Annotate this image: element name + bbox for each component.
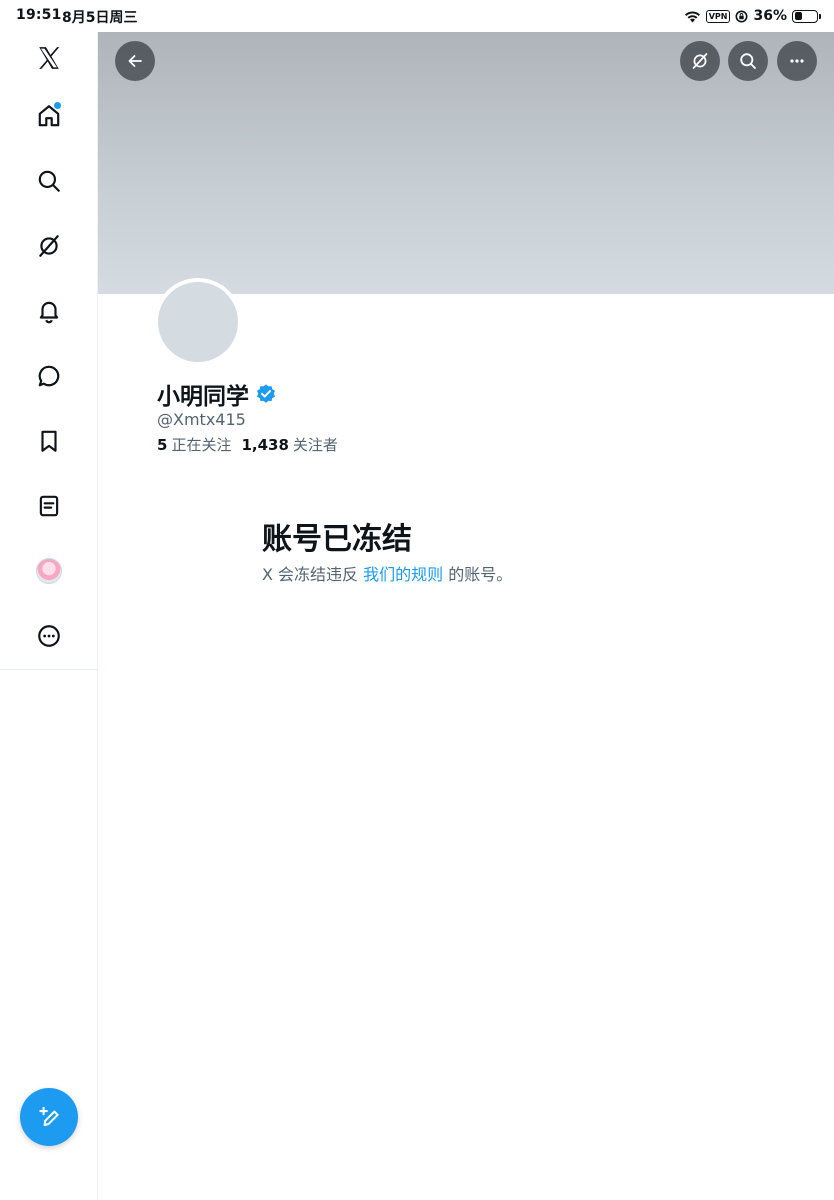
back-button[interactable] [115,41,155,81]
message-icon[interactable] [29,356,69,396]
battery-percent: 36% [753,8,787,24]
followers-link[interactable]: 1,438 关注者 [241,434,337,455]
search-icon [740,53,756,69]
battery-icon [792,9,821,23]
status-time: 19:51 [16,7,62,23]
battery-fill [794,12,803,20]
display-name-row: 小明同学 [157,377,277,411]
status-date: 8月5日周三 [62,10,138,26]
arrow-left-icon [128,55,142,67]
following-count: 5 [157,436,168,454]
suspended-text-before: X 会冻结违反 [262,565,359,584]
grok-button[interactable] [680,41,720,81]
following-label: 正在关注 [171,436,232,454]
verified-badge-icon[interactable] [255,383,277,405]
suspended-title: 账号已冻结 [262,522,412,557]
follow-stats: 5 正在关注 1,438 关注者 [157,434,338,455]
grok-icon [692,53,708,69]
bell-icon[interactable] [29,291,69,331]
avatar [36,558,62,584]
profile-main: 小明同学 @Xmtx415 5 正在关注 1,438 关注者 账号已冻结 X 会冻结… [98,32,834,1200]
home-notification-dot [54,102,61,109]
display-name: 小明同学 [157,384,249,410]
rules-link[interactable]: 我们的规则 [363,565,443,584]
profile-avatar[interactable] [154,278,242,366]
following-link[interactable]: 5 正在关注 [157,434,231,455]
vpn-badge: VPN [705,9,731,23]
home-icon[interactable] [29,96,69,136]
rotation-lock-icon [735,10,748,22]
suspended-description: X 会冻结违反 我们的规则 的账号。 [262,561,512,585]
search-icon[interactable] [29,161,69,201]
compose-button[interactable] [20,1088,78,1146]
more-button[interactable] [777,41,817,81]
profile-nav-item[interactable] [29,551,69,591]
more-icon [790,59,804,63]
x-logo-icon[interactable] [29,38,69,78]
user-handle: @Xmtx415 [157,410,246,429]
compose-icon [39,1106,59,1127]
profile-banner [98,32,834,294]
list-icon[interactable] [29,486,69,526]
bookmark-icon[interactable] [29,421,69,461]
more-circle-icon[interactable] [29,616,69,656]
status-bar: 19:51 8月5日周三 VPN 36% [0,0,834,32]
sidebar [0,32,98,1200]
status-indicators: VPN 36% [684,6,821,26]
followers-count: 1,438 [241,436,289,454]
grok-icon[interactable] [29,226,69,266]
search-button[interactable] [728,41,768,81]
wifi-icon [684,10,700,22]
suspended-text-after: 的账号。 [448,565,513,584]
sidebar-divider [0,669,98,670]
followers-label: 关注者 [292,436,338,454]
